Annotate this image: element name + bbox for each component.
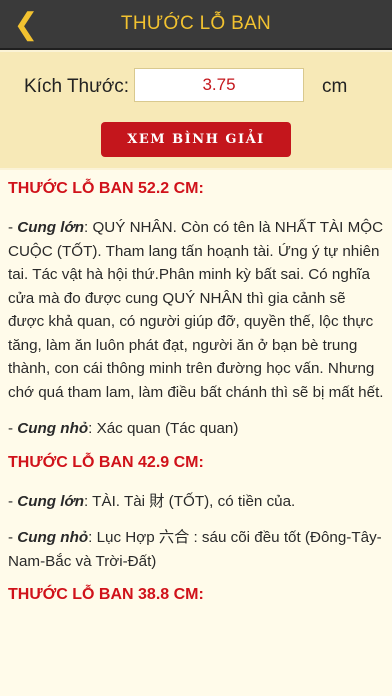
entry-text: : QUÝ NHÂN. Còn có tên là NHẤT TÀI MỘC C… (8, 219, 384, 401)
result-entry: - Cung lớn: QUÝ NHÂN. Còn có tên là NHẤT… (8, 216, 385, 404)
result-title: THƯỚC LỖ BAN 42.9 CM: (8, 453, 204, 471)
entry-dash: - (8, 529, 18, 546)
result-entry: - Cung nhỏ: Xác quan (Tác quan) (8, 417, 385, 441)
entry-term: Cung nhỏ (17, 420, 89, 437)
results-panel[interactable]: THƯỚC LỖ BAN 52.2 CM: - Cung lớn: QUÝ NH… (0, 170, 392, 696)
entry-term: Cung lớn (17, 492, 84, 510)
unit-label: cm (322, 76, 348, 97)
entry-dash: - (8, 219, 18, 236)
entry-term: Cung lớn (17, 219, 84, 236)
entry-text: : Xác quan (Tác quan) (88, 420, 239, 437)
result-title: THƯỚC LỖ BAN 38.8 CM: (8, 586, 204, 603)
top-bar: ❮ THƯỚC LỖ BAN (0, 0, 392, 50)
result-entry: - Cung lớn: TÀI. Tài 財 (TỐT), có tiền củ… (8, 490, 385, 514)
entry-dash: - (8, 420, 18, 437)
page-title: THƯỚC LỖ BAN (120, 13, 272, 34)
entry-text: : TÀI. Tài 財 (TỐT), có tiền của. (84, 492, 296, 510)
result-entry: - Cung nhỏ: Lục Hợp 六合 : sáu cõi đều tốt… (8, 526, 385, 573)
entry-term: Cung nhỏ (17, 529, 89, 546)
result-title: THƯỚC LỖ BAN 52.2 CM: (8, 180, 204, 197)
entry-dash: - (8, 492, 18, 510)
chevron-left-icon[interactable]: ❮ (8, 6, 44, 42)
size-label: Kích Thước: (24, 76, 130, 97)
view-interpretation-button[interactable]: XEM BÌNH GIẢI (101, 122, 291, 157)
size-input[interactable] (134, 68, 304, 102)
